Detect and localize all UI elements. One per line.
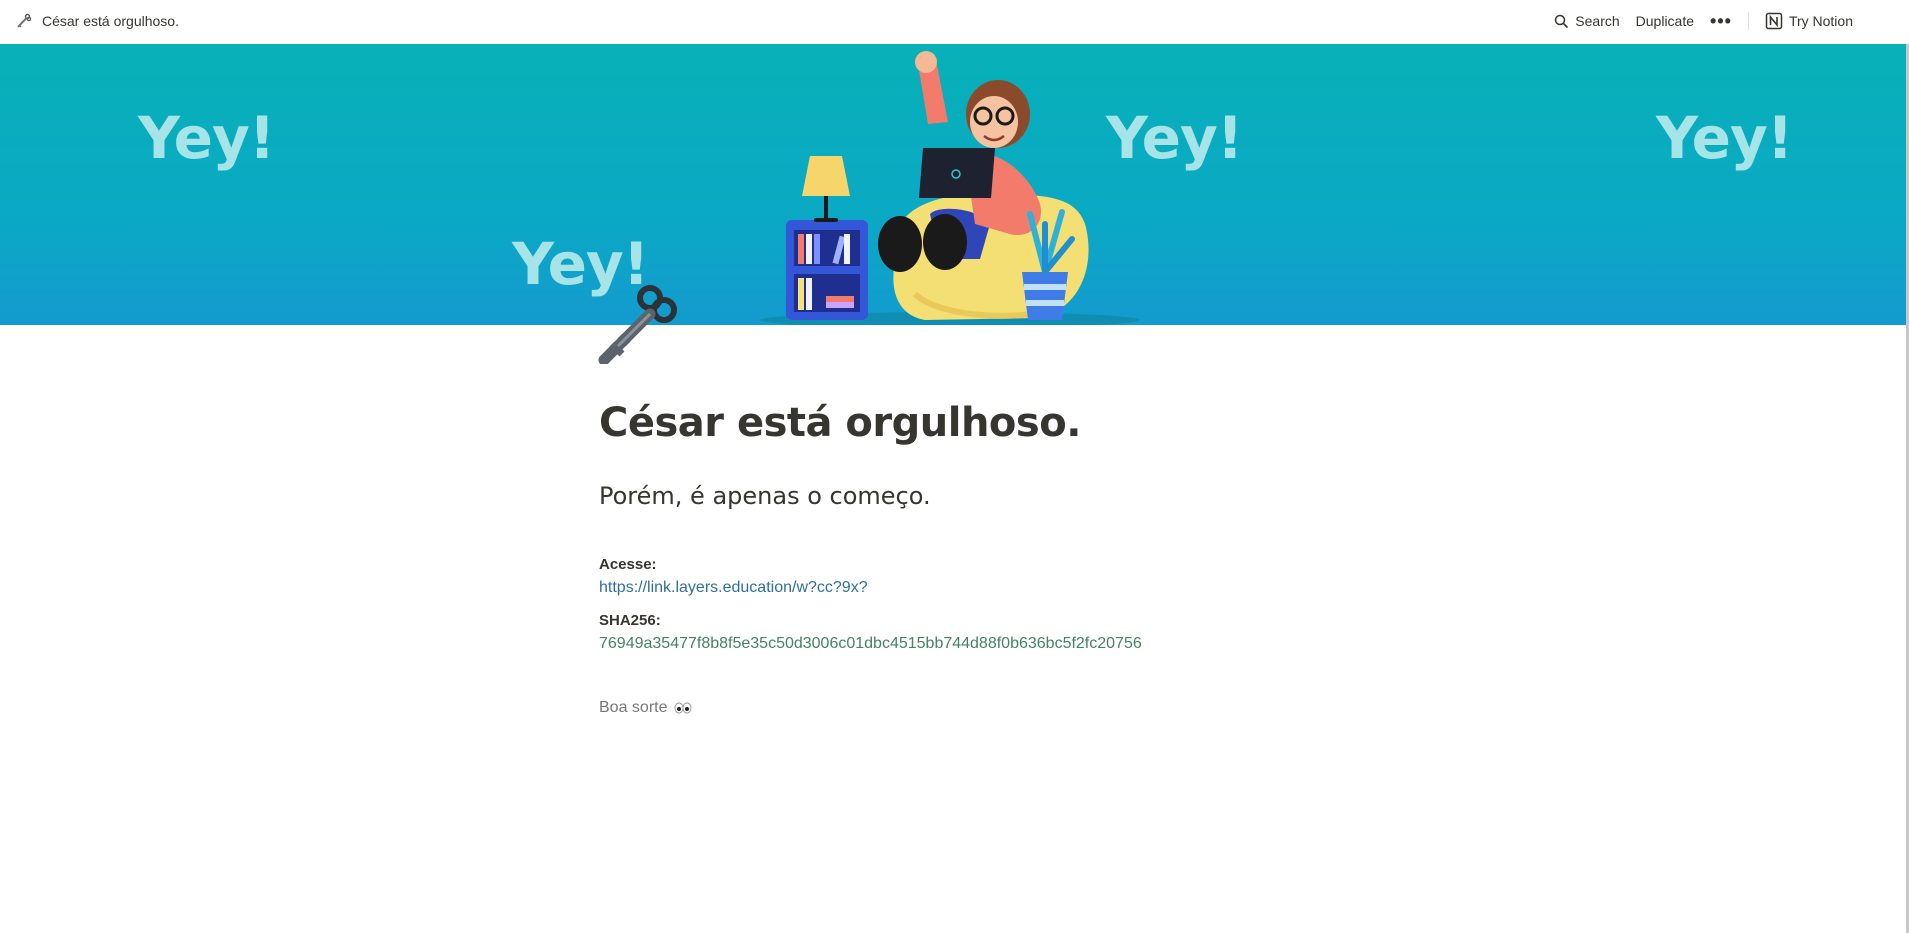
sha-value: 76949a35477f8b8f5e35c50d3006c01dbc4515bb… (599, 635, 1142, 652)
old-key-icon (16, 12, 34, 30)
footer-text: Boa sorte (599, 699, 668, 716)
page-title: César está orgulhoso. (599, 400, 1081, 446)
try-notion-button[interactable]: Try Notion (1757, 10, 1861, 32)
try-notion-label: Try Notion (1788, 13, 1853, 29)
old-key-icon[interactable] (598, 280, 682, 366)
top-bar: César está orgulhoso. Search Duplicate •… (0, 0, 1909, 44)
cover-text: Yey! (1656, 104, 1793, 172)
access-label: Acesse: (599, 556, 657, 573)
notion-logo-icon (1765, 12, 1783, 30)
access-link[interactable]: https://link.layers.education/w?cc?9x? (599, 579, 868, 597)
search-button[interactable]: Search (1546, 11, 1627, 31)
eyes-icon (674, 702, 692, 714)
search-label: Search (1575, 13, 1620, 29)
divider (1747, 12, 1749, 30)
search-icon (1554, 14, 1569, 29)
breadcrumb-title: César está orgulhoso. (42, 13, 179, 29)
duplicate-label: Duplicate (1635, 13, 1695, 29)
sha-label: SHA256: (599, 612, 661, 629)
page-cover: Yey! Yey! Yey! Yey! (0, 44, 1906, 325)
breadcrumb[interactable]: César está orgulhoso. (16, 12, 179, 30)
footer-line: Boa sorte (599, 699, 692, 717)
cover-text: Yey! (138, 104, 275, 172)
more-dots-icon[interactable]: ••• (1702, 12, 1740, 30)
topbar-actions: Search Duplicate ••• Try Notion (1546, 10, 1861, 32)
page-subtitle: Porém, é apenas o começo. (599, 482, 931, 510)
cover-illustration (760, 51, 1140, 325)
duplicate-button[interactable]: Duplicate (1628, 11, 1702, 31)
